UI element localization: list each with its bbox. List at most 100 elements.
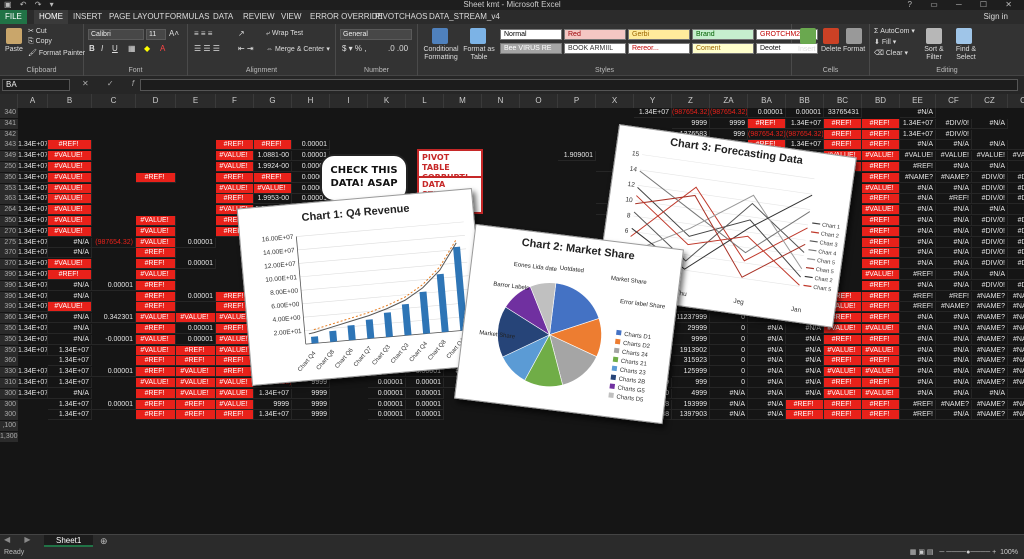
cell[interactable]: #REF! <box>862 399 900 410</box>
merge-center-button[interactable]: ⇔ Merge & Center ▾ <box>266 45 330 53</box>
cell[interactable]: #N/A <box>936 378 972 388</box>
cell[interactable]: #DIV/0! <box>936 129 972 140</box>
align-top-icon[interactable]: ≡ ≡ ≡ <box>194 29 212 38</box>
cell[interactable]: #N/A <box>48 388 92 399</box>
row-header[interactable]: ,100 <box>0 421 18 432</box>
cell[interactable]: #VALUE! <box>862 388 900 399</box>
cell-style-6[interactable]: BOOK ARMIIL <box>564 43 626 54</box>
cell[interactable]: 9999 <box>672 334 710 345</box>
row-header[interactable]: 360 <box>0 356 18 367</box>
cell[interactable]: 0.00001 <box>176 334 216 345</box>
cell[interactable]: #VALUE! <box>48 302 92 313</box>
cell[interactable]: #NAME? <box>1008 292 1024 302</box>
cell[interactable]: #REF! <box>824 399 862 410</box>
cell[interactable]: 4999 <box>672 388 710 399</box>
font-name-select[interactable]: Calibri <box>88 29 144 40</box>
cell[interactable]: #REF! <box>824 410 862 421</box>
cell[interactable]: #VALUE! <box>216 399 254 410</box>
cell[interactable]: 0.00001 <box>406 399 444 410</box>
cell[interactable]: #DIV/0! <box>972 226 1008 237</box>
cell[interactable]: #N/A <box>936 205 972 216</box>
cell[interactable]: 0.00001 <box>176 324 216 334</box>
cell[interactable]: 1.34E+07 <box>634 108 672 118</box>
column-header[interactable]: BA <box>748 94 786 108</box>
cell[interactable]: #N/A <box>786 378 824 388</box>
cell[interactable]: #N/A <box>936 248 972 259</box>
cell[interactable]: #REF! <box>862 313 900 324</box>
cell[interactable]: #N/A <box>900 259 936 270</box>
cell[interactable]: #N/A <box>936 356 972 367</box>
cell[interactable]: #REF! <box>254 172 292 183</box>
cell[interactable]: #REF! <box>136 324 176 334</box>
cell[interactable]: #VALUE! <box>48 216 92 226</box>
cell[interactable]: #DIV/0! <box>1008 227 1024 237</box>
cell[interactable]: #N/A <box>786 345 824 356</box>
cell[interactable]: #DIV/0! <box>1008 259 1024 270</box>
cell[interactable]: #N/A <box>748 399 786 410</box>
cell[interactable]: #REF! <box>136 248 176 259</box>
cell[interactable]: #REF! <box>862 140 900 151</box>
cell[interactable]: 1.9953-00 <box>254 194 292 205</box>
copy-button[interactable]: ⎘ Copy <box>28 38 52 46</box>
cell[interactable]: #N/A <box>786 334 824 345</box>
conditional-formatting-button[interactable]: Conditional Formatting <box>421 46 461 62</box>
cell[interactable]: #DIV/0! <box>1008 194 1024 205</box>
cell[interactable]: #VALUE! <box>136 226 176 237</box>
tab-insert[interactable]: INSERT <box>68 10 107 24</box>
cell[interactable]: #VALUE! <box>136 334 176 345</box>
cell[interactable]: 1.34E+07 <box>18 334 48 345</box>
cell[interactable]: #REF! <box>862 280 900 291</box>
cell[interactable]: #VALUE! <box>824 345 862 356</box>
cell[interactable]: #VALUE! <box>216 388 254 399</box>
cell[interactable]: #REF! <box>216 172 254 183</box>
cell[interactable]: #VALUE! <box>936 151 972 162</box>
cell[interactable]: 9999 <box>292 388 330 399</box>
cell-style-3[interactable]: Brand <box>692 29 754 40</box>
cell[interactable]: #N/A <box>900 345 936 356</box>
cell[interactable]: #VALUE! <box>862 151 900 162</box>
cell[interactable]: #VALUE! <box>862 324 900 334</box>
cell[interactable]: #VALUE! <box>862 270 900 280</box>
column-header[interactable]: E <box>176 94 216 108</box>
cell[interactable]: #N/A <box>936 345 972 356</box>
cell[interactable]: #N/A <box>900 226 936 237</box>
cell[interactable]: #DIV/0! <box>1008 173 1024 183</box>
cell[interactable]: #N/A <box>936 162 972 172</box>
cell[interactable]: 1.0881-00 <box>254 151 292 162</box>
column-header[interactable]: P <box>558 94 596 108</box>
cell[interactable]: #DIV/0! <box>972 259 1008 270</box>
cell[interactable]: #N/A <box>748 378 786 388</box>
sheet-nav-arrows[interactable]: ◀ ▶ <box>4 535 37 544</box>
cell[interactable]: 1.34E+07 <box>18 151 48 162</box>
cell[interactable]: 1.34E+07 <box>18 237 48 248</box>
add-sheet-icon[interactable]: ⊕ <box>100 536 108 547</box>
cell[interactable]: #REF! <box>862 162 900 172</box>
cell[interactable]: 0.00001 <box>368 378 406 388</box>
cell[interactable]: #N/A <box>900 183 936 194</box>
column-header[interactable]: H <box>292 94 330 108</box>
cell[interactable]: #NAME? <box>972 356 1008 367</box>
cell[interactable]: #NAME? <box>936 172 972 183</box>
row-header[interactable]: 343 <box>0 140 18 151</box>
cell[interactable]: #REF! <box>176 345 216 356</box>
cell[interactable]: #N/A <box>936 367 972 378</box>
format-cells-icon[interactable] <box>846 28 862 44</box>
row-header[interactable]: 353 <box>0 183 18 194</box>
cell[interactable]: #REF! <box>216 356 254 367</box>
cell[interactable]: #VALUE! <box>862 183 900 194</box>
chart-1-q4-revenue[interactable]: Chart 1: Q4 Revenue 2.00E+01 4.00E+00 6.00… <box>236 188 488 386</box>
cell[interactable]: #N/A <box>1008 270 1024 280</box>
cell[interactable]: 0 <box>710 367 748 378</box>
cell[interactable]: #VALUE! <box>48 226 92 237</box>
cell[interactable]: #VALUE! <box>862 367 900 378</box>
cell[interactable]: #N/A <box>748 334 786 345</box>
cell[interactable]: #REF! <box>136 356 176 367</box>
cell[interactable]: #REF! <box>862 259 900 270</box>
row-header[interactable]: 300 <box>0 399 18 410</box>
row-header[interactable]: 342 <box>0 129 18 140</box>
cell[interactable]: #REF! <box>216 410 254 421</box>
cell[interactable]: 1.34E+07 <box>48 410 92 421</box>
cell[interactable]: #N/A <box>748 410 786 421</box>
cell[interactable]: #N/A <box>972 162 1008 172</box>
cell[interactable]: #VALUE! <box>1008 151 1024 162</box>
